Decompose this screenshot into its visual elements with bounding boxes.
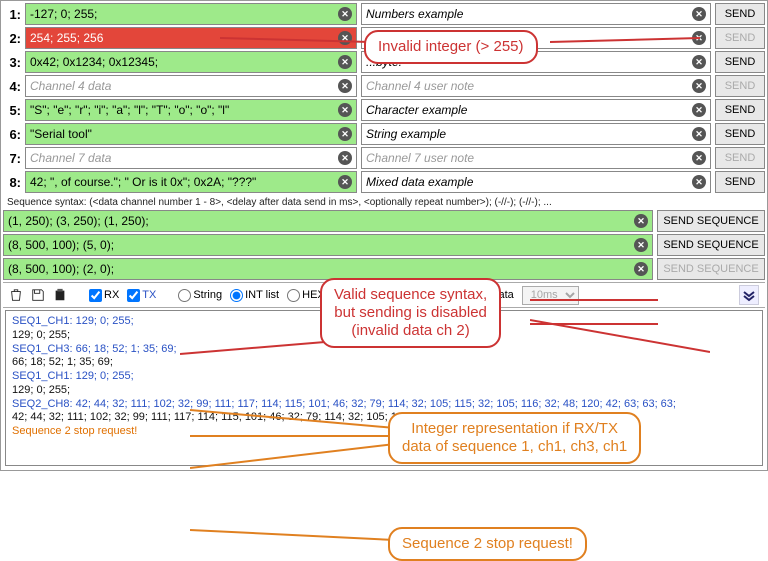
channel-number: 6: — [3, 127, 21, 142]
channel-data-input[interactable]: -127; 0; 255;✕ — [25, 3, 357, 25]
clear-icon[interactable]: ✕ — [692, 7, 706, 21]
send-button[interactable]: SEND — [715, 3, 765, 25]
sequence-input[interactable]: (1, 250); (3, 250); (1, 250);✕ — [3, 210, 653, 232]
fmt-int-radio[interactable]: INT list — [230, 289, 279, 302]
clear-icon[interactable]: ✕ — [634, 214, 648, 228]
clear-icon[interactable]: ✕ — [338, 103, 352, 117]
channel-number: 3: — [3, 55, 21, 70]
channel-number: 8: — [3, 175, 21, 190]
channel-row: 8: 42; ", of course."; " Or is it 0x"; 0x… — [3, 171, 765, 193]
channel-row: 4: Channel 4 data✕Channel 4 user note✕SEN… — [3, 75, 765, 97]
log-line: 42; 44; 32; 111; 102; 32; 99; 111; 117; … — [12, 411, 756, 425]
send-button: SEND — [715, 75, 765, 97]
callout-integer-rep: Integer representation if RX/TX data of … — [388, 412, 641, 464]
channel-data-input[interactable]: 0x42; 0x1234; 0x12345;✕ — [25, 51, 357, 73]
channel-note-input[interactable]: Channel 4 user note✕ — [361, 75, 711, 97]
channel-note-input[interactable]: String example✕ — [361, 123, 711, 145]
send-button[interactable]: SEND — [715, 171, 765, 193]
channel-number: 1: — [3, 7, 21, 22]
timing-select[interactable]: 10ms — [522, 286, 579, 305]
sequence-input[interactable]: (8, 500, 100); (2, 0);✕ — [3, 258, 653, 280]
channel-data-input[interactable]: Channel 7 data✕ — [25, 147, 357, 169]
clear-icon[interactable]: ✕ — [692, 151, 706, 165]
send-button[interactable]: SEND — [715, 123, 765, 145]
app-window: 1:-127; 0; 255;✕Numbers example✕SEND2:25… — [0, 0, 768, 471]
channel-row: 6: "Serial tool"✕String example✕SEND — [3, 123, 765, 145]
send-sequence-button: SEND SEQUENCE — [657, 258, 765, 280]
tx-checkbox[interactable]: TX — [127, 289, 156, 302]
rx-checkbox[interactable]: RX — [89, 289, 119, 302]
clear-icon[interactable]: ✕ — [338, 31, 352, 45]
send-button[interactable]: SEND — [715, 99, 765, 121]
clear-icon[interactable]: ✕ — [692, 103, 706, 117]
clear-icon[interactable]: ✕ — [338, 79, 352, 93]
channel-data-input[interactable]: "S"; "e"; "r"; "i"; "a"; "l"; "T"; "o"; … — [25, 99, 357, 121]
channel-number: 4: — [3, 79, 21, 94]
send-button: SEND — [715, 147, 765, 169]
log-line: Sequence 2 stop request! — [12, 425, 756, 439]
channel-number: 5: — [3, 103, 21, 118]
channel-row: 1: -127; 0; 255;✕Numbers example✕SEND — [3, 3, 765, 25]
log-line: SEQ2_CH8: 42; 44; 32; 111; 102; 32; 99; … — [12, 398, 756, 412]
clear-icon[interactable]: ✕ — [338, 175, 352, 189]
send-sequence-button[interactable]: SEND SEQUENCE — [657, 234, 765, 256]
clear-icon[interactable]: ✕ — [634, 238, 648, 252]
channel-note-input[interactable]: Channel 7 user note✕ — [361, 147, 711, 169]
send-sequence-button[interactable]: SEND SEQUENCE — [657, 210, 765, 232]
send-button[interactable]: SEND — [715, 51, 765, 73]
sequence-input[interactable]: (8, 500, 100); (5, 0);✕ — [3, 234, 653, 256]
log-line: 66; 18; 52; 1; 35; 69; — [12, 356, 756, 370]
save-icon[interactable] — [31, 288, 45, 302]
paste-icon[interactable] — [53, 288, 67, 302]
clear-icon[interactable]: ✕ — [634, 262, 648, 276]
channel-data-input[interactable]: 254; 255; 256✕ — [25, 27, 357, 49]
clear-icon[interactable]: ✕ — [692, 127, 706, 141]
channel-row: 5: "S"; "e"; "r"; "i"; "a"; "l"; "T"; "o"… — [3, 99, 765, 121]
channel-data-input[interactable]: 42; ", of course."; " Or is it 0x"; 0x2A… — [25, 171, 357, 193]
channel-note-input[interactable]: Character example✕ — [361, 99, 711, 121]
clear-icon[interactable]: ✕ — [692, 79, 706, 93]
channel-data-input[interactable]: "Serial tool"✕ — [25, 123, 357, 145]
sequence-row: (8, 500, 100); (5, 0);✕SEND SEQUENCE — [3, 234, 765, 256]
clear-icon[interactable]: ✕ — [692, 55, 706, 69]
sequence-row: (1, 250); (3, 250); (1, 250);✕SEND SEQUE… — [3, 210, 765, 232]
clear-icon[interactable]: ✕ — [692, 31, 706, 45]
log-line: 129; 0; 255; — [12, 384, 756, 398]
channel-number: 7: — [3, 151, 21, 166]
callout-invalid-integer: Invalid integer (> 255) — [364, 30, 538, 64]
channel-note-input[interactable]: Numbers example✕ — [361, 3, 711, 25]
expand-toggle-icon[interactable] — [739, 285, 759, 305]
fmt-string-radio[interactable]: String — [178, 289, 222, 302]
channel-note-input[interactable]: Mixed data example✕ — [361, 171, 711, 193]
log-line: SEQ1_CH1: 129; 0; 255; — [12, 370, 756, 384]
channel-number: 2: — [3, 31, 21, 46]
send-button: SEND — [715, 27, 765, 49]
sequence-list: (1, 250); (3, 250); (1, 250);✕SEND SEQUE… — [3, 210, 765, 280]
clear-icon[interactable]: ✕ — [338, 151, 352, 165]
callout-valid-sequence: Valid sequence syntax, but sending is di… — [320, 278, 501, 348]
clear-icon[interactable]: ✕ — [338, 55, 352, 69]
channel-row: 7: Channel 7 data✕Channel 7 user note✕SEN… — [3, 147, 765, 169]
sequence-row: (8, 500, 100); (2, 0);✕SEND SEQUENCE — [3, 258, 765, 280]
sequence-syntax-label: Sequence syntax: (<data channel number 1… — [3, 195, 765, 210]
clear-icon[interactable]: ✕ — [338, 127, 352, 141]
trash-icon[interactable] — [9, 288, 23, 302]
clear-icon[interactable]: ✕ — [692, 175, 706, 189]
channel-data-input[interactable]: Channel 4 data✕ — [25, 75, 357, 97]
clear-icon[interactable]: ✕ — [338, 7, 352, 21]
